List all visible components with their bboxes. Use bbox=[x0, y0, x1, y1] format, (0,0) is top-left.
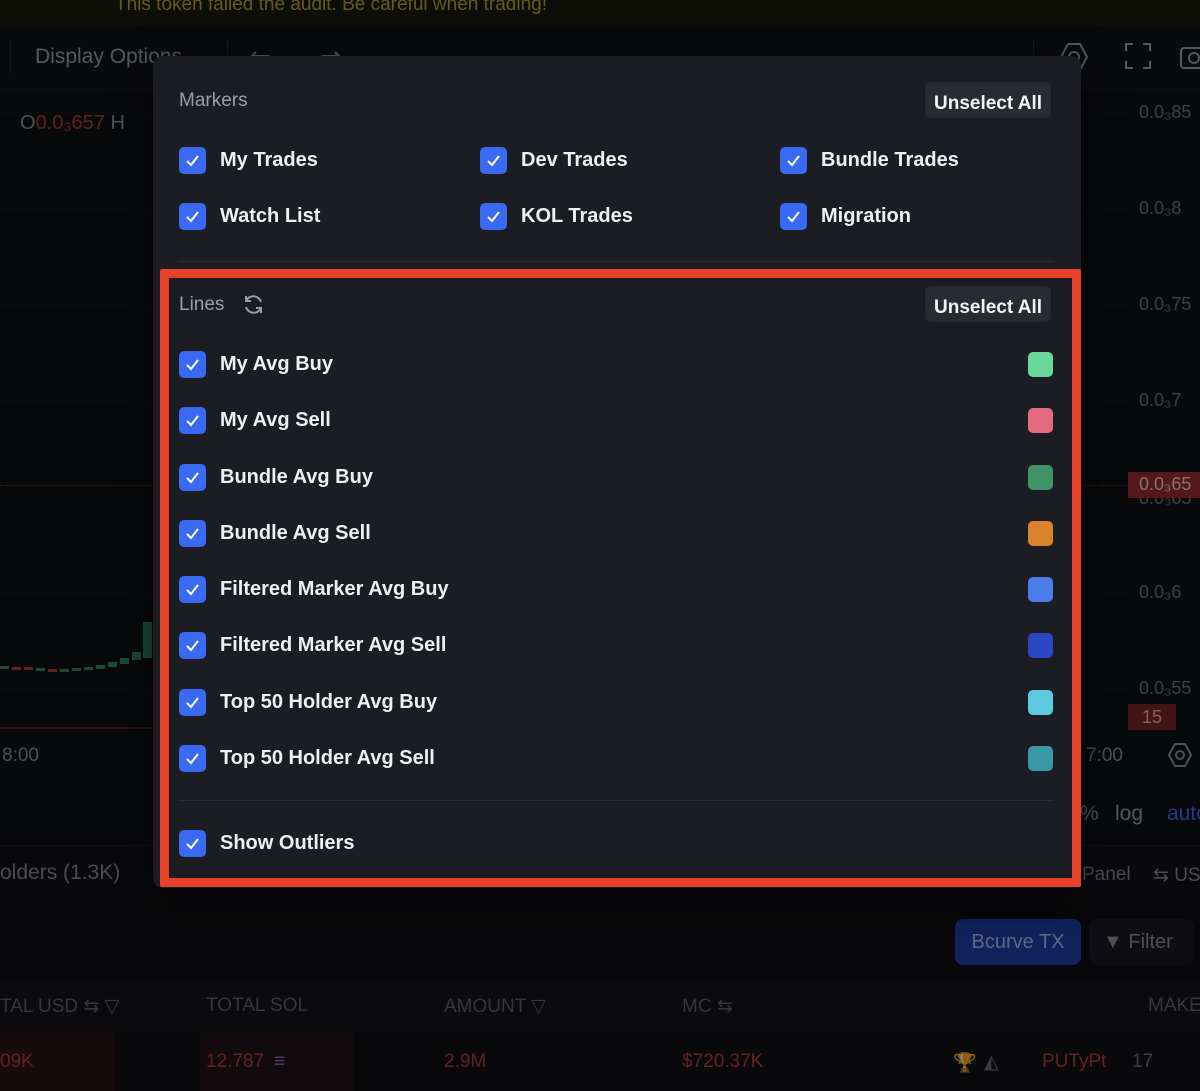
marker-bundle-trades-checkbox[interactable]: Bundle Trades bbox=[780, 146, 959, 174]
marker-kol-trades-checkbox[interactable]: KOL Trades bbox=[480, 202, 633, 230]
checkbox-label: My Trades bbox=[220, 148, 318, 171]
marker-dev-trades-checkbox[interactable]: Dev Trades bbox=[480, 146, 628, 174]
markers-unselect-all-button[interactable]: Unselect All bbox=[925, 82, 1052, 118]
checkbox-checked[interactable] bbox=[480, 202, 507, 230]
marker-my-trades-checkbox[interactable]: My Trades bbox=[179, 146, 318, 174]
checkbox-checked[interactable] bbox=[780, 202, 807, 230]
checkbox-label: Migration bbox=[821, 204, 911, 227]
checkbox-checked[interactable] bbox=[480, 146, 507, 174]
checkbox-checked[interactable] bbox=[780, 146, 807, 174]
checkbox-checked[interactable] bbox=[179, 146, 206, 174]
markers-section-title: Markers bbox=[179, 90, 248, 111]
checkbox-label: Bundle Trades bbox=[821, 148, 959, 171]
lines-section-highlight bbox=[160, 269, 1081, 887]
checkbox-label: KOL Trades bbox=[521, 204, 633, 227]
section-divider bbox=[178, 261, 1054, 262]
checkbox-label: Dev Trades bbox=[521, 148, 628, 171]
checkbox-checked[interactable] bbox=[179, 202, 206, 230]
marker-migration-checkbox[interactable]: Migration bbox=[780, 202, 911, 230]
marker-watch-list-checkbox[interactable]: Watch List bbox=[179, 202, 320, 230]
checkbox-label: Watch List bbox=[220, 204, 321, 227]
